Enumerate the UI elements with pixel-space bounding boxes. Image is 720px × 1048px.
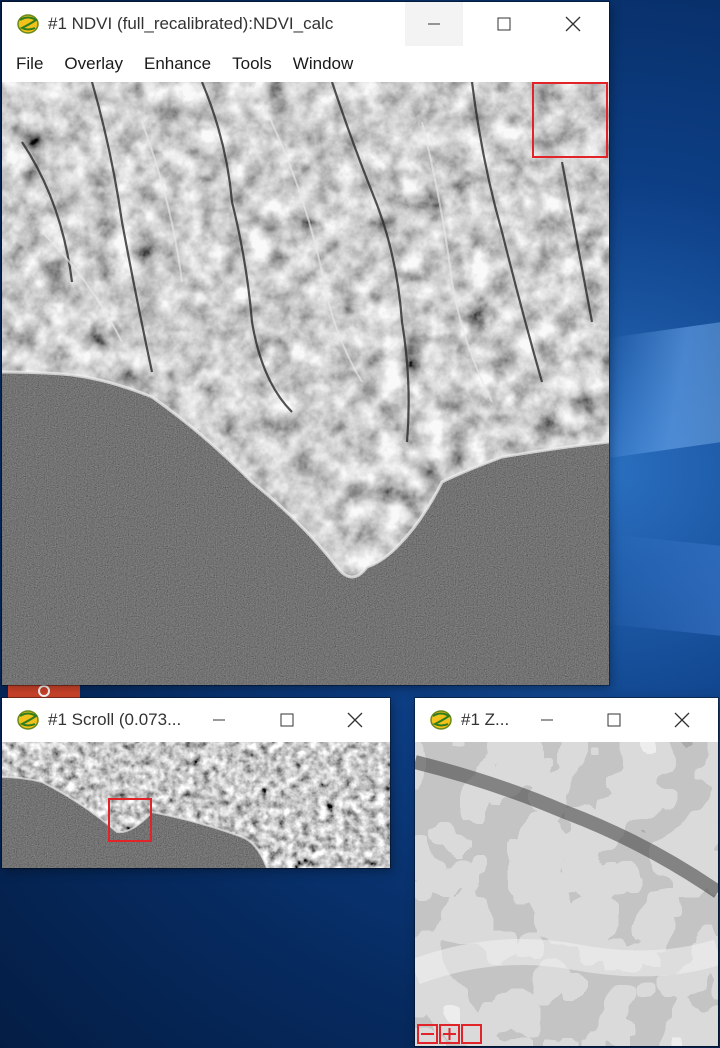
main-image-window: #1 NDVI (full_recalibrated):NDVI_calc Fi… <box>2 2 609 685</box>
maximize-button[interactable] <box>258 698 316 742</box>
scroll-window-titlebar[interactable]: #1 Scroll (0.073... <box>2 698 390 742</box>
window-title: #1 Z... <box>461 710 510 729</box>
minimize-button[interactable] <box>405 2 463 46</box>
close-icon <box>674 712 690 728</box>
close-button[interactable] <box>653 698 711 742</box>
ndvi-raster <box>2 82 609 685</box>
envi-globe-icon <box>17 710 39 730</box>
main-window-titlebar[interactable]: #1 NDVI (full_recalibrated):NDVI_calc <box>2 2 609 46</box>
menu-file[interactable]: File <box>16 54 43 74</box>
menu-enhance[interactable]: Enhance <box>144 54 211 74</box>
window-title: #1 NDVI (full_recalibrated):NDVI_calc <box>48 14 334 33</box>
minimize-button[interactable] <box>518 698 576 742</box>
maximize-icon <box>280 713 294 727</box>
zoom-window-titlebar[interactable]: #1 Z... <box>415 698 718 742</box>
maximize-button[interactable] <box>585 698 643 742</box>
scroll-region-box[interactable] <box>108 798 152 842</box>
maximize-button[interactable] <box>475 2 533 46</box>
power-icon <box>38 685 50 697</box>
scroll-window: #1 Scroll (0.073... <box>2 698 390 868</box>
zoom-in-button[interactable] <box>439 1024 460 1044</box>
minimize-button[interactable] <box>190 698 248 742</box>
minimize-icon <box>213 719 225 721</box>
envi-globe-icon <box>17 14 39 34</box>
menu-window[interactable]: Window <box>293 54 353 74</box>
scroll-raster <box>2 742 390 868</box>
desktop-light-ray <box>610 534 720 636</box>
envi-globe-icon <box>430 710 452 730</box>
window-title: #1 Scroll (0.073... <box>48 710 182 729</box>
minimize-icon <box>541 719 553 721</box>
plus-icon <box>443 1028 456 1040</box>
maximize-icon <box>497 17 511 31</box>
close-button[interactable] <box>544 2 602 46</box>
minus-icon <box>421 1033 434 1035</box>
zoom-window: #1 Z... <box>415 698 718 1046</box>
close-icon <box>565 16 581 32</box>
close-button[interactable] <box>326 698 384 742</box>
zoom-out-button[interactable] <box>417 1024 438 1044</box>
zoom-image-display[interactable] <box>415 742 718 1046</box>
zoom-raster <box>415 742 718 1046</box>
minimize-icon <box>428 23 440 25</box>
main-menubar: File Overlay Enhance Tools Window <box>2 46 609 82</box>
zoom-region-box[interactable] <box>532 82 608 158</box>
scroll-image-display[interactable] <box>2 742 390 868</box>
close-icon <box>347 712 363 728</box>
maximize-icon <box>607 713 621 727</box>
ndvi-image-display[interactable] <box>2 82 609 685</box>
menu-tools[interactable]: Tools <box>232 54 272 74</box>
desktop-light-ray <box>610 322 720 458</box>
menu-overlay[interactable]: Overlay <box>64 54 123 74</box>
zoom-reset-button[interactable] <box>461 1024 482 1044</box>
